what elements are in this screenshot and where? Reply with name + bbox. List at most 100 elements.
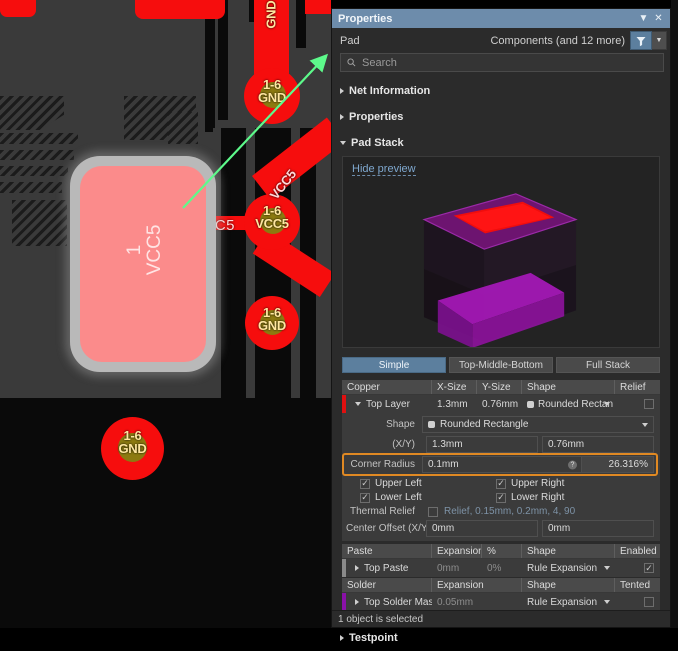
shape-dropdown[interactable]: Rounded Rectan (522, 395, 615, 413)
chevron-down-icon (642, 422, 648, 427)
search-placeholder: Search (362, 56, 397, 69)
corner-radius-highlight (342, 453, 658, 476)
hatched-polygon (168, 112, 198, 144)
search-input[interactable]: Search (340, 53, 664, 72)
tab-simple[interactable]: Simple (342, 357, 446, 373)
paste-shape-dropdown[interactable]: Rule Expansion (522, 559, 615, 577)
hatched-polygon (0, 150, 74, 160)
scope-label: Components (and 12 more) (490, 34, 625, 47)
solder-table-header: Solder Expansion Shape Tented (342, 578, 660, 593)
y-size-field[interactable]: 0.76mm (542, 436, 654, 453)
pad-stack-preview[interactable]: Hide preview (342, 156, 660, 348)
shape-select[interactable]: Rounded Rectangle (422, 416, 654, 433)
rounded-rect-icon (527, 400, 534, 408)
thermal-relief-value: Relief, 0.15mm, 0.2mm, 4, 90 (444, 506, 576, 517)
corner-upper-right[interactable]: ✓ Upper Right (496, 478, 564, 489)
paste-percent[interactable]: 0% (482, 559, 522, 577)
x-size-value[interactable]: 1.3mm (432, 395, 477, 413)
copper-track (305, 0, 331, 14)
pad-stack-3d-model[interactable] (343, 173, 659, 348)
tented-checkbox[interactable]: ✓ (644, 597, 654, 607)
pad-designator: 1 (124, 244, 146, 256)
paste-enabled-checkbox[interactable]: ✓ (644, 563, 654, 573)
col-relief: Relief (620, 381, 646, 393)
upper-right-checkbox[interactable]: ✓ (496, 478, 506, 489)
via-hole (118, 433, 147, 462)
shape-label: Shape (386, 419, 415, 430)
status-bar: 1 object is selected (332, 610, 670, 627)
via-hole (260, 82, 286, 108)
plane-strip (246, 128, 255, 398)
y-size-value[interactable]: 0.76mm (477, 395, 522, 413)
center-offset-x-field[interactable]: 0mm (426, 520, 538, 537)
center-offset-y-field[interactable]: 0mm (542, 520, 654, 537)
paste-expansion[interactable]: 0mm (432, 559, 482, 577)
col-paste: Paste (342, 544, 432, 558)
table-row-top-layer[interactable]: Top Layer 1.3mm 0.76mm Rounded Rectan ✓ (342, 395, 660, 413)
paste-table-header: Paste Expansion % Shape Enabled (342, 544, 660, 559)
thermal-relief-checkbox[interactable]: ✓ (428, 506, 438, 517)
panel-titlebar[interactable]: Properties ▼ ✕ (332, 9, 670, 28)
panel-edge-strip (671, 0, 678, 628)
paste-table: Paste Expansion % Shape Enabled Top Past… (342, 544, 660, 577)
search-row: Search (332, 53, 670, 78)
x-size-field[interactable]: 1.3mm (426, 436, 538, 453)
filter-dropdown-chevron-down-icon[interactable]: ▼ (652, 31, 667, 50)
chevron-right-icon[interactable] (355, 599, 359, 605)
plane-cutout (205, 0, 215, 132)
upper-left-checkbox[interactable]: ✓ (360, 478, 370, 489)
xy-label: (X/Y) (392, 439, 415, 450)
solder-shape-dropdown[interactable]: Rule Expansion (522, 593, 615, 611)
funnel-icon[interactable] (630, 31, 652, 50)
lower-right-checkbox[interactable]: ✓ (496, 492, 506, 503)
chevron-down-icon[interactable]: ▼ (636, 11, 651, 26)
pcb-canvas[interactable]: GND 1-6 GND 1-6 VCC5 VCC5 VCC5 1-6 GND 1… (0, 0, 331, 628)
chevron-right-icon (340, 114, 344, 120)
table-row-top-paste[interactable]: Top Paste 0mm 0% Rule Expansion ✓ (342, 559, 660, 577)
selected-pad-label: 1 VCC5 (124, 210, 165, 290)
thermal-relief-label: Thermal Relief (349, 506, 415, 517)
section-label: Pad Stack (351, 137, 404, 149)
layer-name: Top Solder Mask (364, 596, 432, 608)
panel-subheader: Pad Components (and 12 more) ▼ (332, 28, 670, 53)
col-tented: Tented (620, 579, 651, 591)
solder-expansion[interactable]: 0.05mm (432, 593, 522, 611)
status-text: 1 object is selected (338, 613, 424, 625)
section-pad-stack[interactable]: Pad Stack (332, 130, 670, 156)
table-row-top-solder-mask[interactable]: Top Solder Mask 0.05mm Rule Expansion ✓ (342, 593, 660, 611)
chevron-down-icon (340, 141, 346, 145)
col-shape: Shape (522, 544, 615, 558)
copper-table-header: Copper X-Size Y-Size Shape Relief (342, 380, 660, 395)
lower-right-label: Lower Right (511, 492, 565, 503)
lower-left-checkbox[interactable]: ✓ (360, 492, 370, 503)
padstack-mode-tabs: Simple Top-Middle-Bottom Full Stack (342, 357, 660, 373)
chevron-down-icon[interactable] (355, 402, 361, 406)
center-offset-label: Center Offset (X/Y) (346, 523, 431, 534)
object-type-label: Pad (340, 34, 360, 47)
close-icon[interactable]: ✕ (651, 11, 666, 26)
lower-left-label: Lower Left (375, 492, 422, 503)
plane-strip (316, 0, 331, 398)
corner-lower-right[interactable]: ✓ Lower Right (496, 492, 564, 503)
section-label: Properties (349, 111, 404, 123)
hatched-polygon (0, 182, 62, 193)
corner-upper-left[interactable]: ✓ Upper Left (346, 478, 496, 489)
upper-left-label: Upper Left (375, 478, 422, 489)
pad-net: VCC5 (144, 224, 165, 276)
tab-top-middle-bottom[interactable]: Top-Middle-Bottom (449, 357, 553, 373)
via-hole (260, 208, 286, 234)
hatched-polygon (12, 200, 67, 246)
relief-checkbox[interactable]: ✓ (644, 399, 654, 409)
corner-lower-left[interactable]: ✓ Lower Left (346, 492, 496, 503)
chevron-down-icon (604, 600, 610, 604)
section-testpoint[interactable]: Testpoint (332, 625, 670, 651)
section-net-information[interactable]: Net Information (332, 78, 670, 104)
section-label: Net Information (349, 85, 431, 97)
upper-right-label: Upper Right (511, 478, 565, 489)
section-properties[interactable]: Properties (332, 104, 670, 130)
tab-full-stack[interactable]: Full Stack (556, 357, 660, 373)
via-hole (260, 310, 285, 335)
chevron-right-icon[interactable] (355, 565, 359, 571)
plane-cutout (0, 398, 331, 628)
shape-value: Rounded Rectan (538, 398, 614, 410)
